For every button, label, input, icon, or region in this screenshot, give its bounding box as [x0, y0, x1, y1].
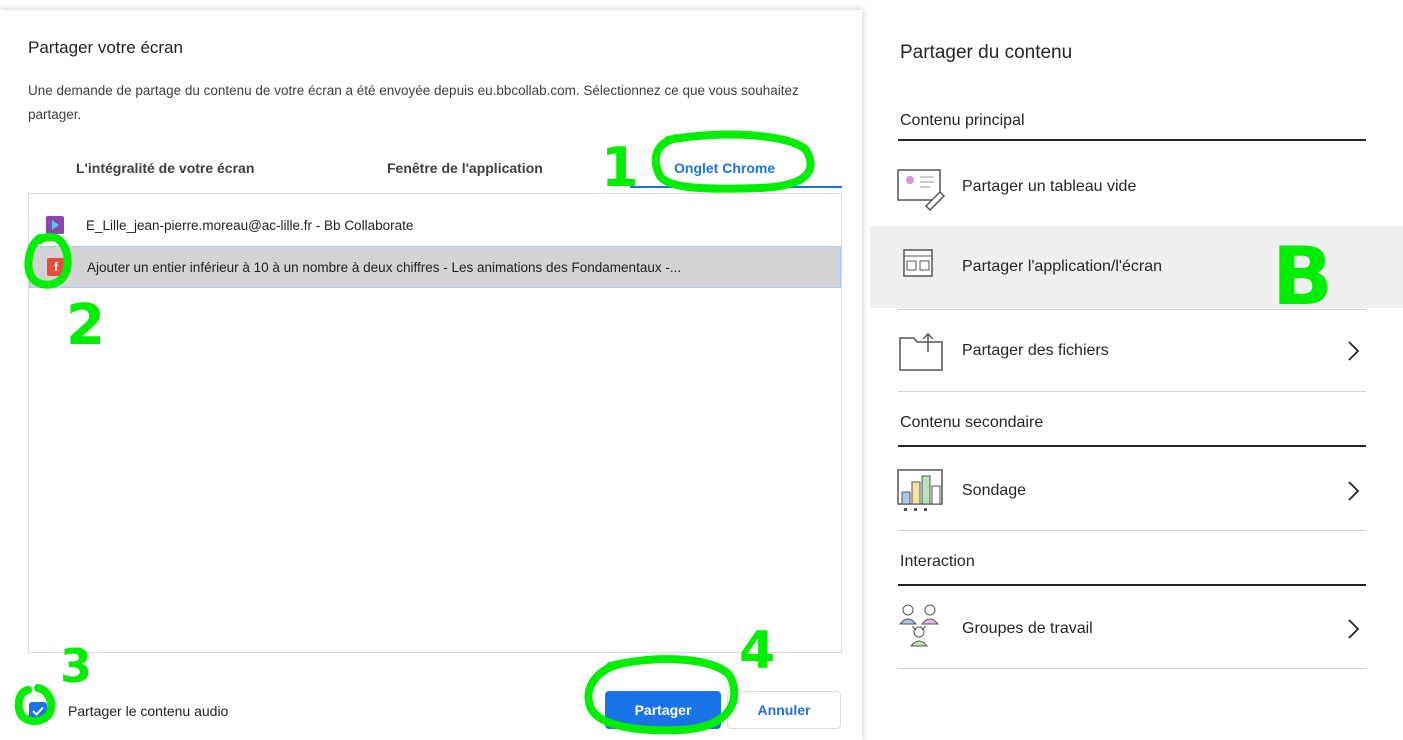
share-whiteboard-item[interactable]: Partager un tableau vide [870, 146, 1403, 228]
item-divider [898, 668, 1366, 669]
tab-chrome-tab[interactable]: Onglet Chrome [674, 148, 775, 186]
breakout-groups-item[interactable]: Groupes de travail [870, 588, 1403, 670]
list-item[interactable]: E_Lille_jean-pierre.moreau@ac-lille.fr -… [29, 204, 841, 246]
item-label: Partager des fichiers [962, 342, 1109, 359]
dialog-title: Partager votre écran [28, 38, 183, 57]
section-divider [898, 584, 1366, 586]
item-label: Partager l'application/l'écran [962, 258, 1162, 275]
files-folder-icon [899, 332, 943, 371]
application-screen-icon [903, 249, 933, 277]
tab-entire-screen[interactable]: L'intégralité de votre écran [76, 148, 254, 186]
chevron-right-icon [1348, 341, 1360, 361]
section-label-secondary-content: Contenu secondaire [900, 414, 1044, 431]
source-tabs: L'intégralité de votre écran Fenêtre de … [28, 148, 842, 188]
share-audio-label: Partager le contenu audio [68, 703, 229, 719]
item-divider [898, 391, 1366, 392]
section-divider [898, 445, 1366, 447]
checkmark-icon [32, 706, 44, 716]
item-divider [898, 530, 1366, 531]
whiteboard-icon [897, 169, 946, 212]
bb-collaborate-icon [46, 216, 64, 234]
list-item-label: Ajouter un entier inférieur à 10 à un no… [87, 259, 682, 275]
list-item-selected[interactable]: f Ajouter un entier inférieur à 10 à un … [29, 246, 841, 288]
item-label: Groupes de travail [962, 620, 1093, 637]
active-tab-underline [630, 186, 842, 188]
share-content-panel: Partager du contenu Contenu principal Pa… [870, 0, 1403, 740]
item-label: Sondage [962, 482, 1027, 499]
panel-title: Partager du contenu [900, 42, 1073, 63]
share-screen-dialog: Partager votre écran Une demande de part… [0, 10, 862, 740]
cancel-button[interactable]: Annuler [727, 691, 841, 729]
fondamentaux-icon: f [47, 258, 65, 276]
share-application-screen-item[interactable]: Partager l'application/l'écran [870, 226, 1403, 308]
list-item-label: E_Lille_jean-pierre.moreau@ac-lille.fr -… [86, 217, 414, 233]
breakout-groups-icon [898, 604, 940, 647]
item-label: Partager un tableau vide [962, 178, 1137, 195]
tab-application-window[interactable]: Fenêtre de l'application [387, 148, 543, 186]
section-label-interaction: Interaction [900, 553, 975, 570]
chevron-right-icon [1348, 619, 1360, 639]
share-button[interactable]: Partager [605, 691, 721, 729]
section-label-main-content: Contenu principal [900, 112, 1025, 129]
share-audio-checkbox[interactable] [29, 702, 47, 720]
source-list: E_Lille_jean-pierre.moreau@ac-lille.fr -… [28, 193, 842, 653]
share-files-item[interactable]: Partager des fichiers [870, 310, 1403, 392]
poll-item[interactable]: Sondage [870, 450, 1403, 532]
chevron-right-icon [1348, 481, 1360, 501]
poll-chart-icon [897, 469, 943, 511]
dialog-description: Une demande de partage du contenu de vot… [28, 83, 799, 122]
section-divider [898, 139, 1366, 141]
